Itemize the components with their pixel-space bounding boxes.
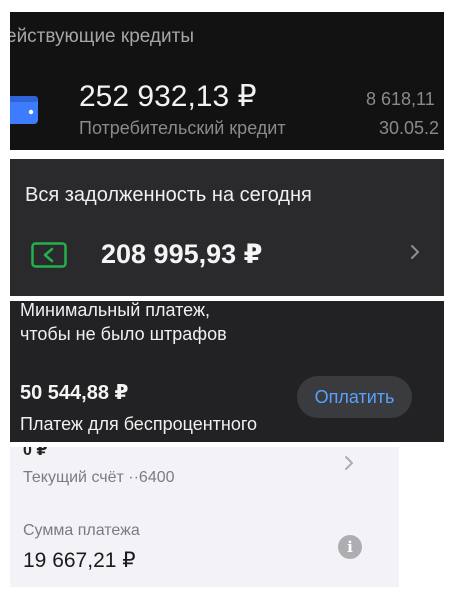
account-payment-panel: 0 ₽ Текущий счёт ··6400 Сумма платежа 19… xyxy=(10,447,399,587)
total-debt-title: Вся задолженность на сегодня xyxy=(25,184,312,206)
money-bill-icon xyxy=(31,242,67,268)
payment-sum-label: Сумма платежа xyxy=(23,522,140,539)
current-account-label[interactable]: Текущий счёт ··6400 xyxy=(23,469,175,487)
interest-free-payment-label: Платеж для беспроцентного xyxy=(20,414,258,434)
minimal-payment-title: Минимальный платеж, чтобы не было штрафо… xyxy=(20,301,227,346)
credit-payment-date: 30.05.2 xyxy=(379,118,440,138)
account-balance-cut: 0 ₽ xyxy=(23,447,48,459)
pay-button[interactable]: Оплатить xyxy=(297,376,412,418)
credit-product-label: Потребительский кредит xyxy=(79,118,286,138)
minimal-payment-title-line1: Минимальный платеж, xyxy=(20,301,211,320)
payment-sum-kopecks: 21 ₽ xyxy=(93,549,136,572)
info-icon[interactable]: i xyxy=(338,535,362,559)
payment-sum-value: 19 667,21 ₽ xyxy=(23,548,136,573)
wallet-card-icon xyxy=(10,94,40,126)
chevron-right-icon[interactable] xyxy=(406,238,426,266)
credit-monthly-amount: 8 618,11 xyxy=(366,89,435,109)
active-credits-panel: ействующие кредиты 252 932,13 ₽ Потребит… xyxy=(10,12,444,150)
minimal-payment-title-line2: чтобы не было штрафов xyxy=(20,324,227,344)
chevron-right-icon[interactable] xyxy=(342,452,358,474)
payment-sum-main: 19 667, xyxy=(23,549,94,572)
minimal-payment-panel: Минимальный платеж, чтобы не было штрафо… xyxy=(10,301,444,442)
total-debt-row[interactable]: Вся задолженность на сегодня 208 995,93 … xyxy=(10,159,444,296)
active-credits-heading: ействующие кредиты xyxy=(10,26,194,47)
total-debt-amount: 208 995,93 ₽ xyxy=(101,239,263,269)
minimal-payment-amount: 50 544,88 ₽ xyxy=(20,382,129,404)
credit-amount: 252 932,13 ₽ xyxy=(79,80,257,113)
